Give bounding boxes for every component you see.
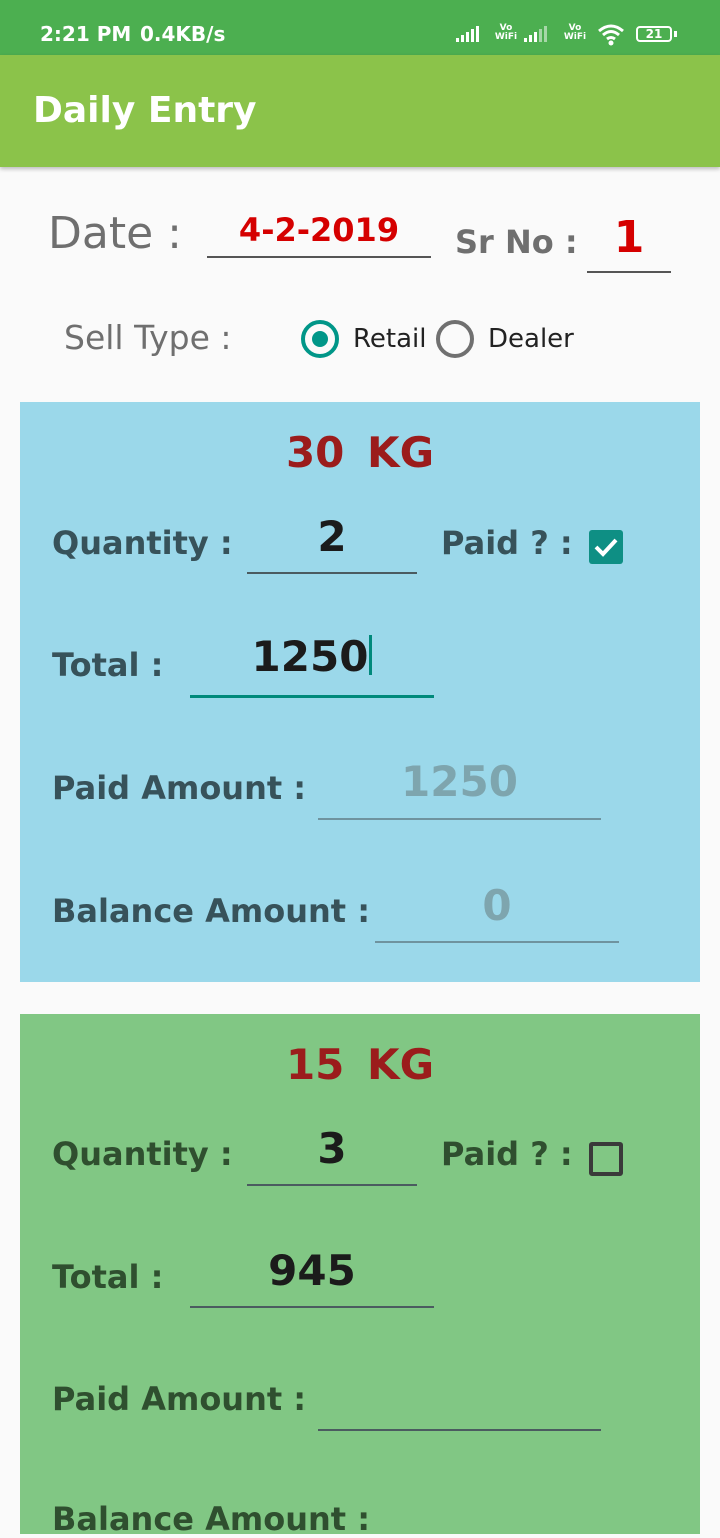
balance-amount-label: Balance Amount :	[52, 1500, 371, 1538]
quantity-input-15kg[interactable]: 3	[247, 1124, 417, 1173]
total-input-30kg[interactable]: 1250	[190, 632, 434, 681]
battery-icon: 21	[636, 26, 672, 42]
balance-amount-underline-30kg	[375, 941, 619, 943]
total-underline-15kg	[190, 1306, 434, 1308]
balance-amount-input-30kg[interactable]: 0	[375, 881, 619, 930]
sell-type-label: Sell Type :	[64, 318, 232, 357]
date-field-underline	[207, 256, 431, 258]
srno-label: Sr No :	[455, 223, 578, 261]
radio-dealer[interactable]	[436, 320, 474, 358]
paid-amount-label: Paid Amount :	[52, 1380, 307, 1418]
check-icon	[594, 538, 618, 557]
quantity-input-30kg[interactable]: 2	[247, 512, 417, 561]
card-15kg-title: 15 KG	[285, 1040, 435, 1089]
total-label: Total :	[52, 1258, 164, 1296]
radio-retail-label[interactable]: Retail	[353, 324, 426, 354]
date-label: Date :	[48, 208, 182, 259]
srno-field-underline	[587, 271, 671, 273]
text-cursor	[369, 635, 373, 675]
total-label: Total :	[52, 646, 164, 684]
paid-checkbox-30kg[interactable]	[589, 530, 623, 564]
signal-icon-2	[524, 26, 547, 42]
quantity-label: Quantity :	[52, 1135, 233, 1173]
paid-amount-label: Paid Amount :	[52, 769, 307, 807]
paid-checkbox-15kg[interactable]	[589, 1142, 623, 1176]
total-underline-30kg	[190, 695, 434, 698]
srno-field[interactable]: 1	[588, 212, 670, 263]
battery-tip	[674, 31, 677, 37]
wifi-icon	[598, 24, 624, 46]
vowifi-icon: Vo WiFi	[494, 23, 518, 42]
vowifi-icon-2: Vo WiFi	[563, 23, 587, 42]
radio-dealer-label[interactable]: Dealer	[488, 324, 574, 354]
app-title: Daily Entry	[33, 90, 257, 131]
radio-retail[interactable]	[301, 320, 339, 358]
paid-label: Paid ? :	[441, 1135, 573, 1173]
paid-label: Paid ? :	[441, 524, 573, 562]
date-field[interactable]: 4-2-2019	[208, 211, 430, 249]
network-speed: 0.4KB/s	[140, 22, 226, 46]
card-30kg-title: 30 KG	[285, 428, 435, 477]
quantity-underline-30kg	[247, 572, 417, 574]
quantity-underline-15kg	[247, 1184, 417, 1186]
status-time: 2:21 PM	[40, 22, 132, 46]
signal-icon	[456, 26, 479, 42]
balance-amount-label: Balance Amount :	[52, 892, 371, 930]
total-value-30kg: 1250	[251, 632, 369, 681]
paid-amount-input-30kg[interactable]: 1250	[318, 757, 601, 806]
paid-amount-underline-15kg	[318, 1429, 601, 1431]
total-input-15kg[interactable]: 945	[190, 1246, 434, 1295]
quantity-label: Quantity :	[52, 524, 233, 562]
paid-amount-underline-30kg	[318, 818, 601, 820]
